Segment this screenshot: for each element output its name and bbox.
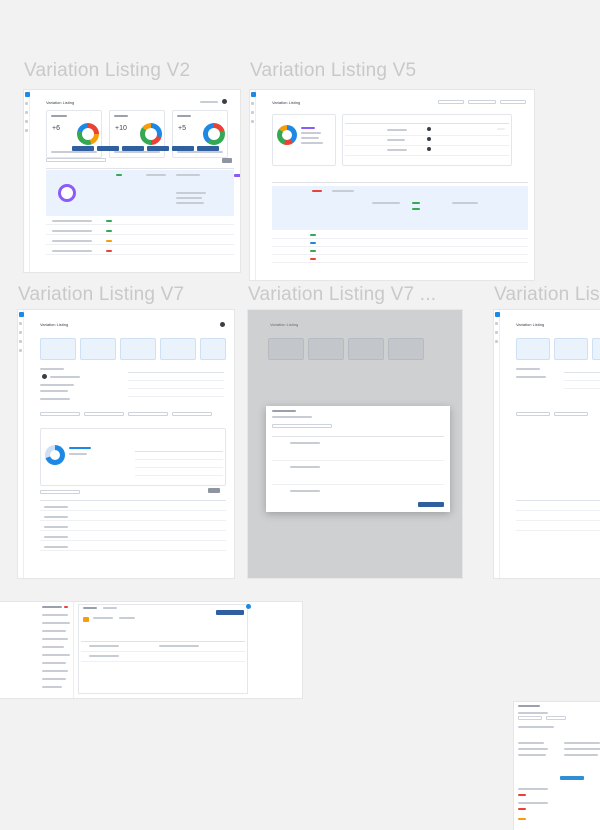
app-logo-icon [25,92,30,97]
modal-confirm-button[interactable] [418,502,444,507]
action-button[interactable] [72,146,94,151]
app-logo-icon [495,312,500,317]
submit-button[interactable] [560,776,584,780]
left-list-panel [38,602,74,698]
summary-tab[interactable] [160,338,196,360]
search-input[interactable] [40,490,80,494]
page-title: Variation Listing [272,100,301,105]
toolbar-button[interactable] [500,100,526,104]
frame-form[interactable] [514,702,600,830]
frame-title-v5: Variation Listing V5 [250,60,417,81]
sidebar [494,310,500,578]
frame-title-cropped: Variation Lis [494,284,600,305]
action-button[interactable] [172,412,212,416]
sidebar [18,310,24,578]
stat-value: +10 [115,125,127,132]
frame-variation-listing-v7-modal[interactable]: Variation Listing [248,310,462,578]
page-title: Variation Listing [270,322,299,327]
search-input[interactable] [46,158,106,162]
filter-button[interactable] [222,158,232,163]
filter-button[interactable] [208,488,220,493]
summary-card [272,114,336,166]
app-logo-icon [251,92,256,97]
action-button[interactable] [128,412,168,416]
expanded-row[interactable] [272,186,528,230]
frame-variation-listing-v2[interactable]: Variation Listing +6 +10 +5 [24,90,240,272]
page-title: Variation Listing [46,100,75,105]
design-canvas: Variation Listing V2 Variation Listing +… [0,0,600,830]
toolbar-button[interactable] [468,100,496,104]
action-button[interactable] [122,146,144,151]
products-panel [342,114,512,166]
action-button[interactable] [40,412,80,416]
stat-value: +6 [52,125,60,132]
frame-title-v7-modal: Variation Listing V7 ... [248,284,437,305]
app-logo-icon [19,312,24,317]
action-button[interactable] [197,146,219,151]
stat-value: +5 [178,125,186,132]
sidebar [24,90,30,272]
expanded-row[interactable] [46,170,240,216]
frame-title-v7: Variation Listing V7 [18,284,185,305]
frame-variation-listing-cropped[interactable]: Variation Listing [494,310,600,578]
modal-search-input[interactable] [272,424,332,428]
frame-detail-view[interactable] [0,602,302,698]
toolbar-button[interactable] [438,100,464,104]
avatar[interactable] [222,99,227,104]
primary-button[interactable] [216,610,244,615]
summary-tab[interactable] [120,338,156,360]
action-button[interactable] [147,146,169,151]
action-button[interactable] [172,146,194,151]
summary-tab[interactable] [40,338,76,360]
detail-panel [78,604,248,694]
modal-dialog[interactable] [266,406,450,512]
frame-variation-listing-v7[interactable]: Variation Listing [18,310,234,578]
summary-tab[interactable] [80,338,116,360]
page-title: Variation Listing [40,322,69,327]
help-icon[interactable] [246,604,251,609]
frame-variation-listing-v5[interactable]: Variation Listing [250,90,534,280]
avatar[interactable] [220,322,225,327]
summary-tab[interactable] [200,338,226,360]
action-button[interactable] [84,412,124,416]
sidebar [250,90,256,280]
detail-panel [40,428,226,486]
frame-title-v2: Variation Listing V2 [24,60,191,81]
action-button[interactable] [97,146,119,151]
page-title: Variation Listing [516,322,545,327]
